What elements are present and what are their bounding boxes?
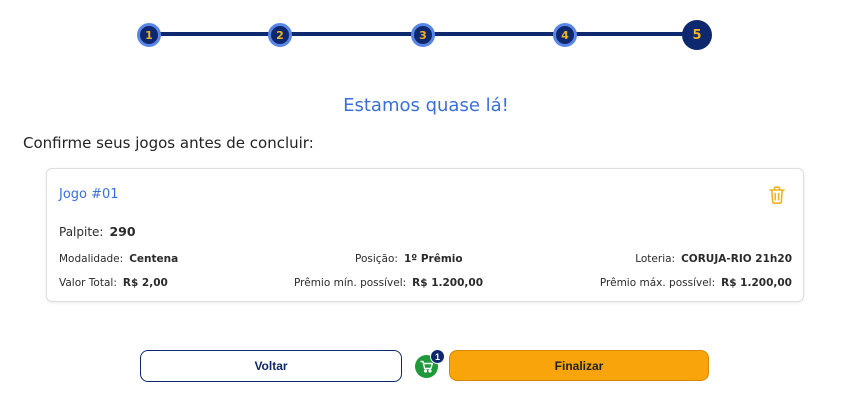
premio-max-field: Prêmio máx. possível: R$ 1.200,00 bbox=[600, 277, 792, 289]
game-card: Jogo #01 Palpite: 290 Modalidade: Centena … bbox=[46, 168, 804, 302]
loteria-value: CORUJA-RIO 21h20 bbox=[681, 253, 792, 265]
valor-field: Valor Total: R$ 2,00 bbox=[59, 277, 168, 289]
step-4[interactable]: 4 bbox=[553, 23, 577, 47]
loteria-label: Loteria: bbox=[635, 253, 676, 265]
premio-min-value: R$ 1.200,00 bbox=[412, 277, 484, 289]
trash-icon[interactable] bbox=[768, 185, 786, 205]
step-4-label: 4 bbox=[561, 28, 569, 42]
posicao-field: Posição: 1º Prêmio bbox=[355, 253, 463, 265]
step-1-label: 1 bbox=[145, 28, 153, 42]
game-title: Jogo #01 bbox=[59, 187, 119, 202]
valor-value: R$ 2,00 bbox=[122, 277, 168, 289]
posicao-label: Posição: bbox=[355, 253, 398, 265]
guess-line: Palpite: 290 bbox=[59, 224, 136, 239]
posicao-value: 1º Prêmio bbox=[403, 253, 463, 265]
cart-count-badge: 1 bbox=[430, 349, 445, 364]
step-5-active: 5 bbox=[682, 20, 712, 50]
premio-max-label: Prêmio máx. possível: bbox=[599, 277, 716, 289]
step-3-label: 3 bbox=[419, 28, 427, 42]
step-5-label: 5 bbox=[692, 27, 702, 43]
step-2-label: 2 bbox=[276, 28, 284, 42]
progress-stepper: 1 2 3 4 5 bbox=[137, 20, 715, 50]
loteria-field: Loteria: CORUJA-RIO 21h20 bbox=[635, 253, 792, 265]
premio-max-value: R$ 1.200,00 bbox=[721, 277, 792, 289]
premio-min-field: Prêmio mín. possível: R$ 1.200,00 bbox=[294, 277, 483, 289]
cart-button[interactable]: 1 bbox=[415, 349, 445, 378]
premio-min-label: Prêmio mín. possível: bbox=[294, 277, 407, 289]
back-button[interactable]: Voltar bbox=[140, 350, 402, 382]
step-2[interactable]: 2 bbox=[268, 23, 292, 47]
step-1[interactable]: 1 bbox=[137, 23, 161, 47]
page-subtitle: Confirme seus jogos antes de concluir: bbox=[23, 134, 314, 152]
finish-button[interactable]: Finalizar bbox=[449, 350, 709, 381]
page-headline: Estamos quase lá! bbox=[343, 95, 509, 116]
guess-value: 290 bbox=[109, 224, 136, 239]
valor-label: Valor Total: bbox=[59, 277, 117, 289]
modalidade-field: Modalidade: Centena bbox=[59, 253, 178, 265]
guess-label: Palpite: bbox=[59, 225, 104, 239]
step-3[interactable]: 3 bbox=[411, 23, 435, 47]
modalidade-label: Modalidade: bbox=[59, 253, 124, 265]
modalidade-value: Centena bbox=[129, 253, 179, 265]
